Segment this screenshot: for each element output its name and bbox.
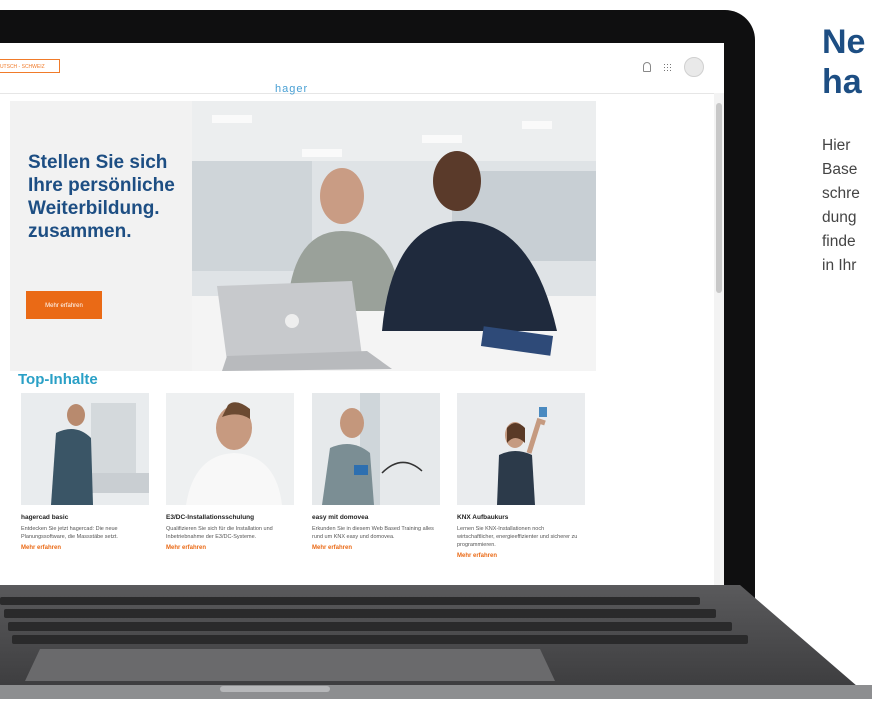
card-link[interactable]: Mehr erfahren — [21, 545, 151, 551]
brand-logo[interactable]: hager — [275, 83, 308, 95]
site-header: DEUTSCH - SCHWEIZ hager — [0, 43, 724, 95]
card-image — [457, 393, 585, 505]
card-title[interactable]: E3/DC-Installationsschulung — [166, 514, 296, 521]
course-card[interactable]: hagercad basic Entdecken Sie jetzt hager… — [21, 393, 151, 551]
card-title[interactable]: hagercad basic — [21, 514, 151, 521]
card-image — [312, 393, 440, 505]
card-description: Lernen Sie KNX-Installationen noch wirts… — [457, 526, 578, 548]
card-image — [21, 393, 149, 505]
notification-icon[interactable] — [643, 62, 651, 72]
card-image — [166, 393, 294, 505]
side-line: schre — [822, 185, 860, 202]
user-avatar-icon[interactable] — [684, 57, 704, 77]
laptop-keyboard-base — [0, 585, 872, 699]
card-link[interactable]: Mehr erfahren — [312, 545, 442, 551]
hero-image — [192, 101, 596, 371]
side-line: in Ihr — [822, 257, 857, 274]
course-card[interactable]: E3/DC-Installationsschulung Qualifiziere… — [166, 393, 296, 551]
header-icons — [643, 57, 704, 77]
hero-more-button[interactable]: Mehr erfahren — [26, 291, 102, 319]
side-line: Hier — [822, 137, 851, 154]
language-selector[interactable]: DEUTSCH - SCHWEIZ — [0, 59, 60, 73]
card-description: Qualifizieren Sie sich für die Installat… — [166, 526, 273, 540]
card-link[interactable]: Mehr erfahren — [457, 553, 587, 559]
side-line: Base — [822, 161, 858, 178]
card-description: Erkunden Sie in diesem Web Based Trainin… — [312, 526, 434, 540]
card-title[interactable]: KNX Aufbaukurs — [457, 514, 587, 521]
side-line: finde — [822, 233, 856, 250]
hero-title: Stellen Sie sich Ihre persönliche Weiter… — [28, 152, 175, 242]
course-card[interactable]: easy mit domovea Erkunden Sie in diesem … — [312, 393, 442, 551]
laptop-screen: DEUTSCH - SCHWEIZ hager Stellen Sie sich… — [0, 43, 724, 585]
section-title: Top-Inhalte — [18, 371, 98, 388]
side-line: dung — [822, 209, 857, 226]
side-paragraph: Hier Base schre dung finde in Ihr — [822, 134, 860, 278]
course-card[interactable]: KNX Aufbaukurs Lernen Sie KNX-Installati… — [457, 393, 587, 559]
scrollbar-thumb[interactable] — [716, 103, 722, 293]
scrollbar[interactable] — [714, 93, 724, 585]
card-title[interactable]: easy mit domovea — [312, 514, 442, 521]
apps-grid-icon[interactable] — [663, 62, 672, 72]
card-link[interactable]: Mehr erfahren — [166, 545, 296, 551]
card-description: Entdecken Sie jetzt hagercad: Die neue P… — [21, 526, 118, 540]
side-heading: Ne ha — [822, 23, 866, 101]
